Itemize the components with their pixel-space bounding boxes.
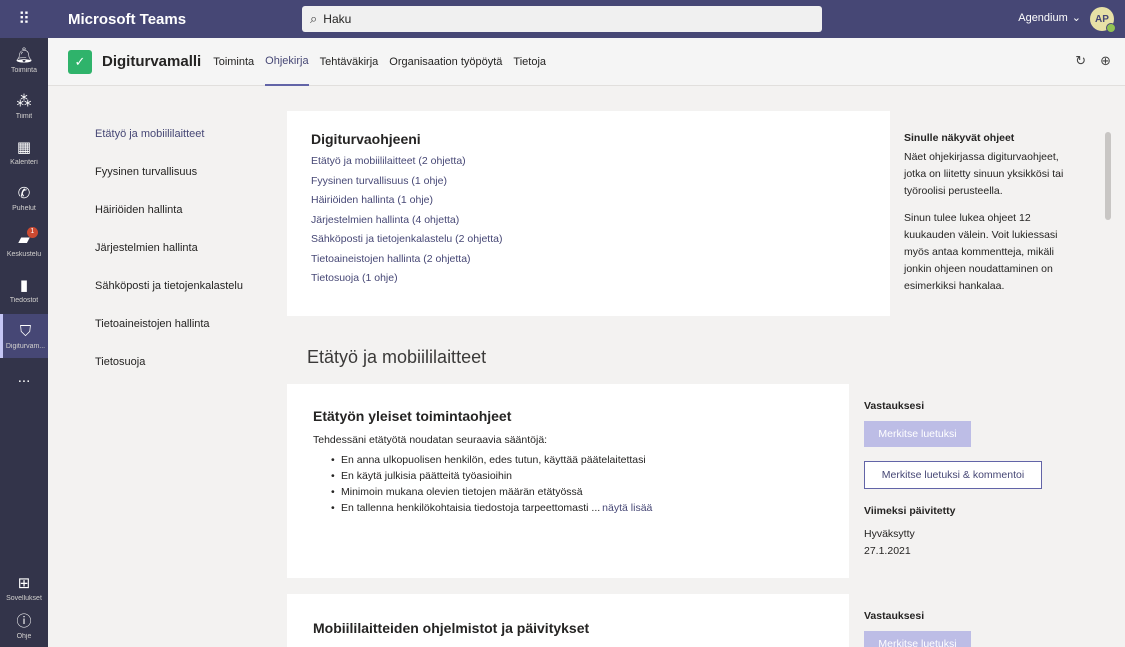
avatar-initials: AP [1095,13,1109,25]
rail-item-digiturva[interactable]: ⛉ Digiturvam... [0,314,48,358]
calendar-icon: ▦ [16,138,32,156]
list-item: En anna ulkopuolisen henkilön, edes tutu… [331,454,823,470]
tab-tehtavakirja[interactable]: Tehtäväkirja [320,38,379,86]
teams-icon: ⁂ [16,92,32,110]
mark-read-button[interactable]: Merkitse luetuksi [864,631,971,647]
app-name: Digiturvamalli [102,53,202,70]
summary-card: Digiturvaohjeeni Etätyö ja mobiililaitte… [287,111,890,316]
mark-read-comment-button[interactable]: Merkitse luetuksi & kommentoi [864,461,1042,489]
aside-text: Sinun tulee lukea ohjeet 12 kuukauden vä… [904,212,1058,292]
guide-card: Mobiililaitteiden ohjelmistot ja päivity… [287,594,849,647]
search-input[interactable]: ⌕ Haku [302,6,822,32]
bell-icon: 🔔︎ [14,46,34,64]
info-aside: Sinulle näkyvät ohjeet Näet ohjekirjassa… [890,111,1090,316]
guide-card: Etätyön yleiset toimintaohjeet Tehdessän… [287,384,849,578]
tab-toiminta[interactable]: Toiminta [213,38,254,86]
rail-label: Keskustelu [6,250,42,258]
guide-rules: En anna ulkopuolisen henkilön, edes tutu… [313,454,823,518]
nav-item-fyysinen[interactable]: Fyysinen turvallisuus [95,166,275,204]
files-icon: ▮ [19,276,29,294]
rail-label: Tiedostot [9,296,39,304]
aside-title: Sinulle näkyvät ohjeet [904,132,1015,144]
rail-item-files[interactable]: ▮ Tiedostot [0,268,48,312]
org-name: Agendium [1018,11,1068,24]
list-item: En käytä julkisia päätteitä työasioihin [331,470,823,486]
summary-link[interactable]: Sähköposti ja tietojenkalastelu (2 ohjet… [311,233,866,253]
tab-ohjekirja[interactable]: Ohjekirja [265,38,309,86]
search-placeholder: Haku [323,12,352,26]
app-header: ✓ Digiturvamalli Toiminta Ohjekirja Teht… [48,38,1125,86]
summary-link[interactable]: Etätyö ja mobiililaitteet (2 ohjetta) [311,155,866,175]
summary-link[interactable]: Tietosuoja (1 ohje) [311,272,866,292]
updated-title: Viimeksi päivitetty [864,505,956,517]
guide-title: Etätyön yleiset toimintaohjeet [313,408,512,424]
globe-icon[interactable]: ⊕ [1100,53,1111,69]
aside-text: Näet ohjekirjassa digiturvaohjeet, jotka… [904,151,1064,197]
rail-label: Digiturvam... [5,342,46,350]
section-title: Etätyö ja mobiililaitteet [307,347,487,367]
apps-icon: ⊞ [17,574,31,592]
nav-item-etatyo[interactable]: Etätyö ja mobiililaitteet [95,128,275,166]
summary-link[interactable]: Tietoaineistojen hallinta (2 ohjetta) [311,253,866,273]
guide-title: Mobiililaitteiden ohjelmistot ja päivity… [313,620,590,636]
rail-item-teams[interactable]: ⁂ Tiimit [0,84,48,128]
digiturva-logo-icon: ✓ [68,49,92,74]
answers-title: Vastauksesi [864,400,925,412]
guide-side-panel: Vastauksesi Merkitse luetuksi [849,594,1090,647]
show-more-link[interactable]: näytä lisää [602,502,652,514]
unread-badge: 1 [26,226,38,238]
summary-link[interactable]: Häiriöiden hallinta (1 ohje) [311,194,866,214]
phone-icon: ✆ [17,184,31,202]
summary-link[interactable]: Järjestelmien hallinta (4 ohjetta) [311,214,866,234]
category-nav: Etätyö ja mobiililaitteet Fyysinen turva… [95,128,275,394]
list-item: En tallenna henkilökohtaisia tiedostoja … [331,502,823,518]
app-rail: 🔔︎ Toiminta ⁂ Tiimit ▦ Kalenteri ✆ Puhel… [0,38,48,647]
rail-label: Sovellukset [6,594,42,602]
tab-organisaation-tyopoyta[interactable]: Organisaation työpöytä [389,38,502,86]
rail-item-help[interactable]: ⓘ Ohje [0,604,48,647]
nav-item-hairiot[interactable]: Häiriöiden hallinta [95,204,275,242]
more-icon: ... [17,369,31,386]
org-switcher[interactable]: Agendium ⌄ [1018,11,1081,25]
chevron-down-icon: ⌄ [1071,12,1081,24]
rail-label: Kalenteri [10,158,38,166]
rail-label: Toiminta [10,66,38,74]
search-icon: ⌕ [310,11,318,26]
summary-title: Digiturvaohjeeni [311,131,421,147]
refresh-icon[interactable]: ↻ [1075,53,1086,69]
answers-title: Vastauksesi [864,610,925,622]
help-icon: ⓘ [16,612,32,630]
nav-item-tietoaineistot[interactable]: Tietoaineistojen hallinta [95,318,275,356]
rail-label: Tiimit [15,112,33,120]
list-item-text: En tallenna henkilökohtaisia tiedostoja … [341,502,601,514]
avatar[interactable]: AP [1090,7,1116,33]
summary-link[interactable]: Fyysinen turvallisuus (1 ohje) [311,175,866,195]
nav-item-jarjestelmat[interactable]: Järjestelmien hallinta [95,242,275,280]
app-launcher-icon[interactable]: ⠿ [0,0,48,38]
rail-item-calendar[interactable]: ▦ Kalenteri [0,130,48,174]
rail-item-calls[interactable]: ✆ Puhelut [0,176,48,220]
top-bar: ⠿ Microsoft Teams ⌕ Haku Agendium ⌄ AP [0,0,1125,38]
app-title: Microsoft Teams [68,10,187,28]
rail-item-more[interactable]: ... [0,356,48,400]
scrollbar[interactable] [1105,132,1111,220]
guide-side-panel: Vastauksesi Merkitse luetuksi Merkitse l… [849,384,1090,578]
rail-item-activity[interactable]: 🔔︎ Toiminta [0,38,48,82]
tab-tietoja[interactable]: Tietoja [513,38,546,86]
rail-label: Ohje [16,632,32,640]
list-item: Minimoin mukana olevien tietojen määrän … [331,486,823,502]
updated-date: 27.1.2021 [864,545,911,557]
rail-label: Puhelut [12,204,36,212]
rail-item-chat[interactable]: ▰ 1 Keskustelu [0,222,48,266]
presence-icon [1106,23,1116,33]
nav-item-sahkoposti[interactable]: Sähköposti ja tietojenkalastelu [95,280,275,318]
chat-icon: ▰ 1 [18,226,38,249]
status-text: Hyväksytty [864,528,915,540]
guide-intro: Tehdessäni etätyötä noudatan seuraavia s… [313,434,548,446]
shield-icon: ⛉ [19,322,32,340]
nav-item-tietosuoja[interactable]: Tietosuoja [95,356,275,394]
mark-read-button[interactable]: Merkitse luetuksi [864,421,971,447]
